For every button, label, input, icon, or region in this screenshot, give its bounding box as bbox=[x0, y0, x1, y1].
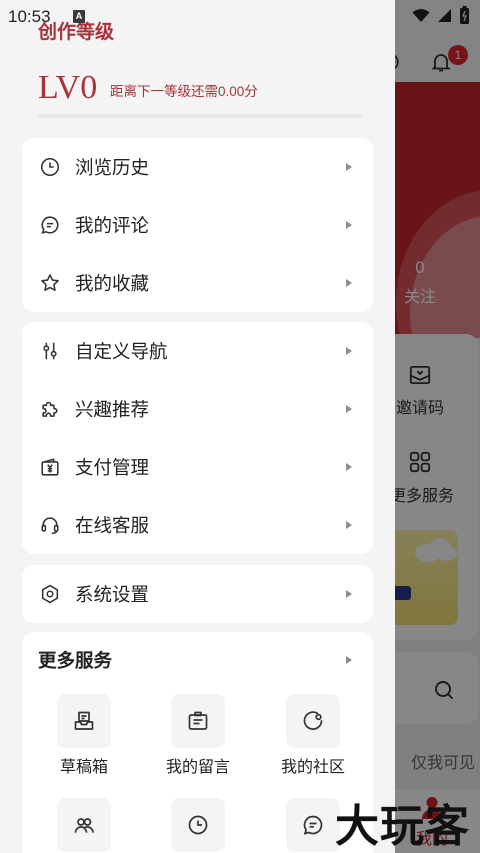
puzzle-icon bbox=[39, 398, 61, 420]
arrow-right-icon bbox=[345, 462, 353, 472]
watermark: 大玩客 bbox=[335, 802, 470, 851]
service-item-drafts[interactable]: 草稿箱 bbox=[44, 694, 124, 778]
menu-item-label: 自定义导航 bbox=[75, 341, 168, 362]
arrow-right-icon bbox=[345, 655, 353, 665]
comment-icon bbox=[39, 214, 61, 236]
service-item-history[interactable] bbox=[158, 798, 238, 852]
arrow-right-icon bbox=[345, 220, 353, 230]
headset-icon bbox=[39, 514, 61, 536]
menu-card-activity: 浏览历史 我的评论 我的收藏 bbox=[22, 138, 373, 312]
clock-icon bbox=[171, 798, 225, 852]
menu-item-online-service[interactable]: 在线客服 bbox=[22, 496, 373, 554]
menu-item-my-favorites[interactable]: 我的收藏 bbox=[22, 254, 373, 312]
service-item-label: 草稿箱 bbox=[59, 759, 108, 776]
group-icon bbox=[57, 798, 111, 852]
menu-item-interest-recommend[interactable]: 兴趣推荐 bbox=[22, 380, 373, 438]
menu-card-settings: 系统设置 bbox=[22, 565, 373, 623]
service-item-group[interactable] bbox=[44, 798, 124, 852]
menu-item-system-settings[interactable]: 系统设置 bbox=[22, 565, 373, 623]
arrow-right-icon bbox=[345, 162, 353, 172]
service-item-my-messages[interactable]: 我的留言 bbox=[158, 694, 238, 778]
menu-item-label: 兴趣推荐 bbox=[75, 399, 150, 420]
screen: 1 0 关注 邀请码 更多服务 仅我可见 我的 创作等级 LV0 距离下一等级还… bbox=[0, 0, 480, 853]
menu-item-label: 我的收藏 bbox=[75, 273, 150, 294]
star-icon bbox=[39, 272, 61, 294]
service-item-label: 我的留言 bbox=[165, 759, 230, 776]
menu-item-custom-navigation[interactable]: 自定义导航 bbox=[22, 322, 373, 380]
chat-icon bbox=[286, 798, 340, 852]
menu-item-payment-management[interactable]: 支付管理 bbox=[22, 438, 373, 496]
level-value: LV0 bbox=[38, 69, 98, 106]
menu-item-label: 在线客服 bbox=[75, 515, 150, 536]
service-item-my-community[interactable]: 我的社区 bbox=[273, 694, 353, 778]
sliders-icon bbox=[39, 340, 61, 362]
arrow-right-icon bbox=[345, 589, 353, 599]
menu-item-label: 浏览历史 bbox=[75, 157, 150, 178]
side-drawer: 创作等级 LV0 距离下一等级还需0.00分 浏览历史 我的评论 我的收藏 自定… bbox=[0, 0, 395, 853]
more-services-title: 更多服务 bbox=[38, 650, 113, 671]
draft-box-icon bbox=[57, 694, 111, 748]
menu-card-tools: 自定义导航 兴趣推荐 支付管理 在线客服 bbox=[22, 322, 373, 554]
more-services-header[interactable]: 更多服务 bbox=[22, 632, 373, 688]
arrow-right-icon bbox=[345, 520, 353, 530]
menu-item-my-comments[interactable]: 我的评论 bbox=[22, 196, 373, 254]
status-notification-a-icon: A bbox=[73, 10, 85, 23]
menu-item-label: 我的评论 bbox=[75, 215, 150, 236]
menu-item-browse-history[interactable]: 浏览历史 bbox=[22, 138, 373, 196]
clock-icon bbox=[39, 156, 61, 178]
menu-item-label: 系统设置 bbox=[75, 584, 150, 605]
hexagon-settings-icon bbox=[39, 583, 61, 605]
wallet-yen-icon bbox=[39, 456, 61, 478]
message-board-icon bbox=[171, 694, 225, 748]
arrow-right-icon bbox=[345, 404, 353, 414]
arrow-right-icon bbox=[345, 346, 353, 356]
level-progress-track bbox=[38, 114, 362, 118]
level-hint: 距离下一等级还需0.00分 bbox=[110, 84, 258, 99]
menu-item-label: 支付管理 bbox=[75, 457, 150, 478]
service-item-label: 我的社区 bbox=[280, 759, 345, 776]
arrow-right-icon bbox=[345, 278, 353, 288]
status-bar-time: 10:53 bbox=[8, 7, 51, 26]
more-services-card: 更多服务 草稿箱 我的留言 我的社区 bbox=[22, 632, 373, 853]
community-icon bbox=[286, 694, 340, 748]
